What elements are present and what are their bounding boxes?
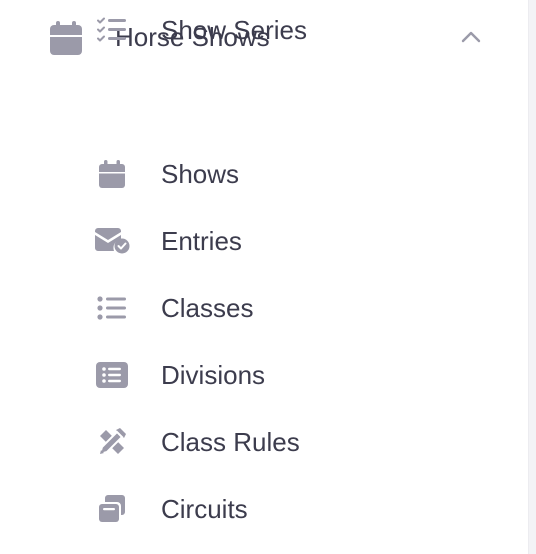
nav-item-label: Show Series [161, 15, 307, 45]
nav-item-label: Entries [161, 226, 242, 256]
scrollbar[interactable] [528, 0, 536, 554]
nav-item-label: Class Rules [161, 427, 300, 457]
sidebar-nav: Horse Shows Shows Entries Classes Divisi… [0, 0, 528, 554]
nav-item-label: Circuits [161, 494, 248, 524]
list-check-icon [93, 13, 131, 47]
nav-item-label: Shows [161, 159, 240, 189]
envelope-check-icon [93, 224, 131, 258]
pencil-ruler-icon [93, 425, 131, 459]
nav-item-shows[interactable]: Shows [0, 144, 528, 204]
nav-item-class-rules[interactable]: Class Rules [0, 412, 528, 472]
nav-item-label: Classes [161, 293, 254, 323]
nav-item-show-series[interactable]: Show Series [0, 0, 528, 60]
nav-item-circuits[interactable]: Circuits [0, 479, 528, 539]
nav-item-entries[interactable]: Entries [0, 211, 528, 271]
calendar-icon [93, 157, 131, 191]
copy-icon [93, 492, 131, 526]
list-icon [93, 291, 131, 325]
nav-item-label: Divisions [161, 360, 266, 390]
list-box-icon [93, 358, 131, 392]
nav-item-divisions[interactable]: Divisions [0, 345, 528, 405]
nav-item-classes[interactable]: Classes [0, 278, 528, 338]
